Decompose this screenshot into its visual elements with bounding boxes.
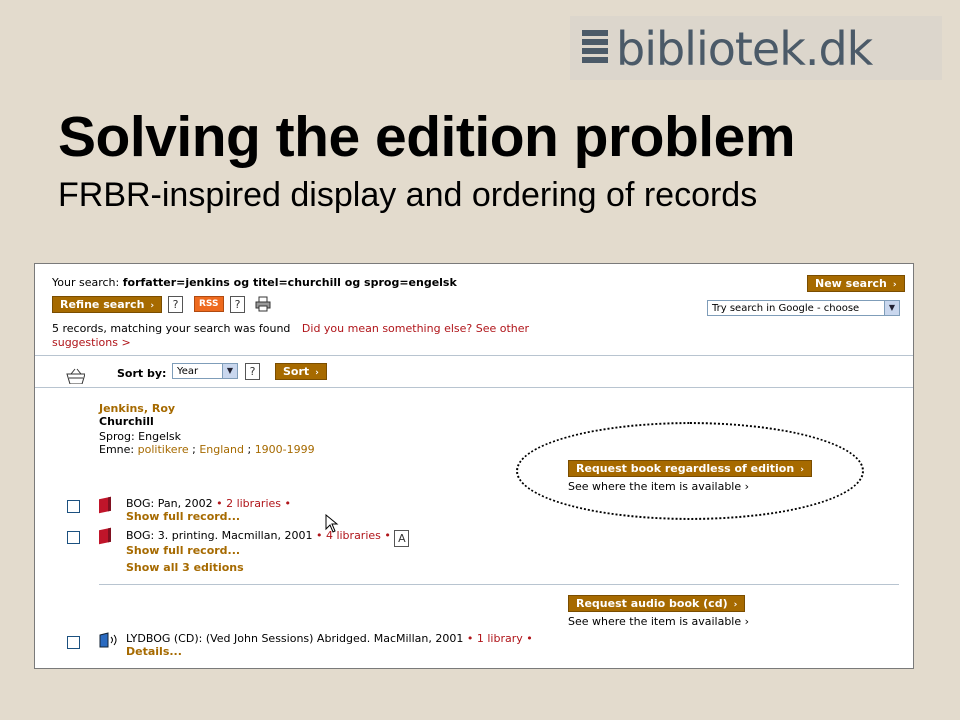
subject-link[interactable]: politikere: [138, 443, 189, 456]
sort-label: Sort by:: [117, 367, 167, 380]
edition-line: BOG: 3. printing. Macmillan, 2001 • 4 li…: [126, 527, 410, 547]
record-author[interactable]: Jenkins, Roy: [99, 402, 175, 415]
record-checkbox[interactable]: [67, 500, 80, 513]
did-you-mean-link[interactable]: Did you mean something else? See other: [302, 322, 529, 335]
search-results-panel: Your search: forfatter=jenkins og titel=…: [34, 263, 914, 669]
edition-line: BOG: Pan, 2002 • 2 libraries •: [126, 497, 292, 510]
basket-icon[interactable]: [65, 368, 85, 384]
search-summary: Your search: forfatter=jenkins og titel=…: [52, 276, 457, 289]
show-all-editions-link[interactable]: Show all 3 editions: [126, 561, 244, 574]
divider: [99, 584, 899, 585]
suggestions-link[interactable]: suggestions >: [52, 336, 131, 349]
record-checkbox[interactable]: [67, 531, 80, 544]
availability-link[interactable]: See where the item is available ›: [568, 615, 749, 628]
show-full-record-link[interactable]: Show full record...: [126, 544, 240, 557]
request-audio-button[interactable]: Request audio book (cd) ›: [568, 595, 746, 612]
logo-text: bibliotek.dk: [616, 22, 873, 76]
refine-search-button[interactable]: Refine search ›: [52, 296, 163, 313]
slide-title: Solving the edition problem: [58, 105, 796, 169]
divider: [35, 387, 913, 388]
mouse-cursor-icon: [325, 514, 339, 533]
subject-link[interactable]: England: [199, 443, 244, 456]
chevron-down-icon: ▼: [884, 301, 899, 315]
record-language: Sprog: Engelsk: [99, 430, 181, 443]
search-query: forfatter=jenkins og titel=churchill og …: [122, 276, 457, 289]
logo-mark-icon: [582, 30, 608, 70]
sort-help-icon[interactable]: ?: [245, 363, 260, 380]
rss-help-icon[interactable]: ?: [230, 296, 245, 313]
print-icon[interactable]: [255, 296, 271, 312]
slide-subtitle: FRBR-inspired display and ordering of re…: [58, 176, 758, 214]
details-link[interactable]: Details...: [126, 645, 182, 658]
new-search-button[interactable]: New search ›: [807, 275, 905, 292]
libraries-link[interactable]: 1 library: [477, 632, 523, 645]
help-icon[interactable]: ?: [168, 296, 183, 313]
availability-link[interactable]: See where the item is available ›: [568, 480, 749, 493]
book-icon: [99, 496, 111, 514]
record-subjects: Emne: politikere ; England ; 1900-1999: [99, 443, 315, 456]
record-checkbox[interactable]: [67, 636, 80, 649]
rss-icon[interactable]: RSS: [194, 296, 224, 312]
request-book-button[interactable]: Request book regardless of edition ›: [568, 460, 812, 477]
sort-select[interactable]: Year ▼: [172, 363, 238, 379]
show-full-record-link[interactable]: Show full record...: [126, 510, 240, 523]
divider: [35, 355, 913, 356]
bibliotek-logo: bibliotek.dk: [570, 16, 942, 80]
subject-link[interactable]: 1900-1999: [255, 443, 315, 456]
sort-button[interactable]: Sort ›: [275, 363, 327, 380]
audio-badge-icon: A: [394, 530, 410, 547]
search-label: Your search:: [52, 276, 120, 289]
book-icon: [99, 527, 111, 545]
chevron-down-icon: ▼: [222, 364, 237, 378]
audio-edition-line: LYDBOG (CD): (Ved John Sessions) Abridge…: [126, 632, 533, 645]
audiobook-icon: [99, 632, 117, 648]
libraries-link[interactable]: 2 libraries: [226, 497, 281, 510]
results-summary: 5 records, matching your search was foun…: [52, 322, 530, 335]
google-search-select[interactable]: Try search in Google - choose ▼: [707, 300, 900, 316]
record-title: Churchill: [99, 415, 154, 428]
